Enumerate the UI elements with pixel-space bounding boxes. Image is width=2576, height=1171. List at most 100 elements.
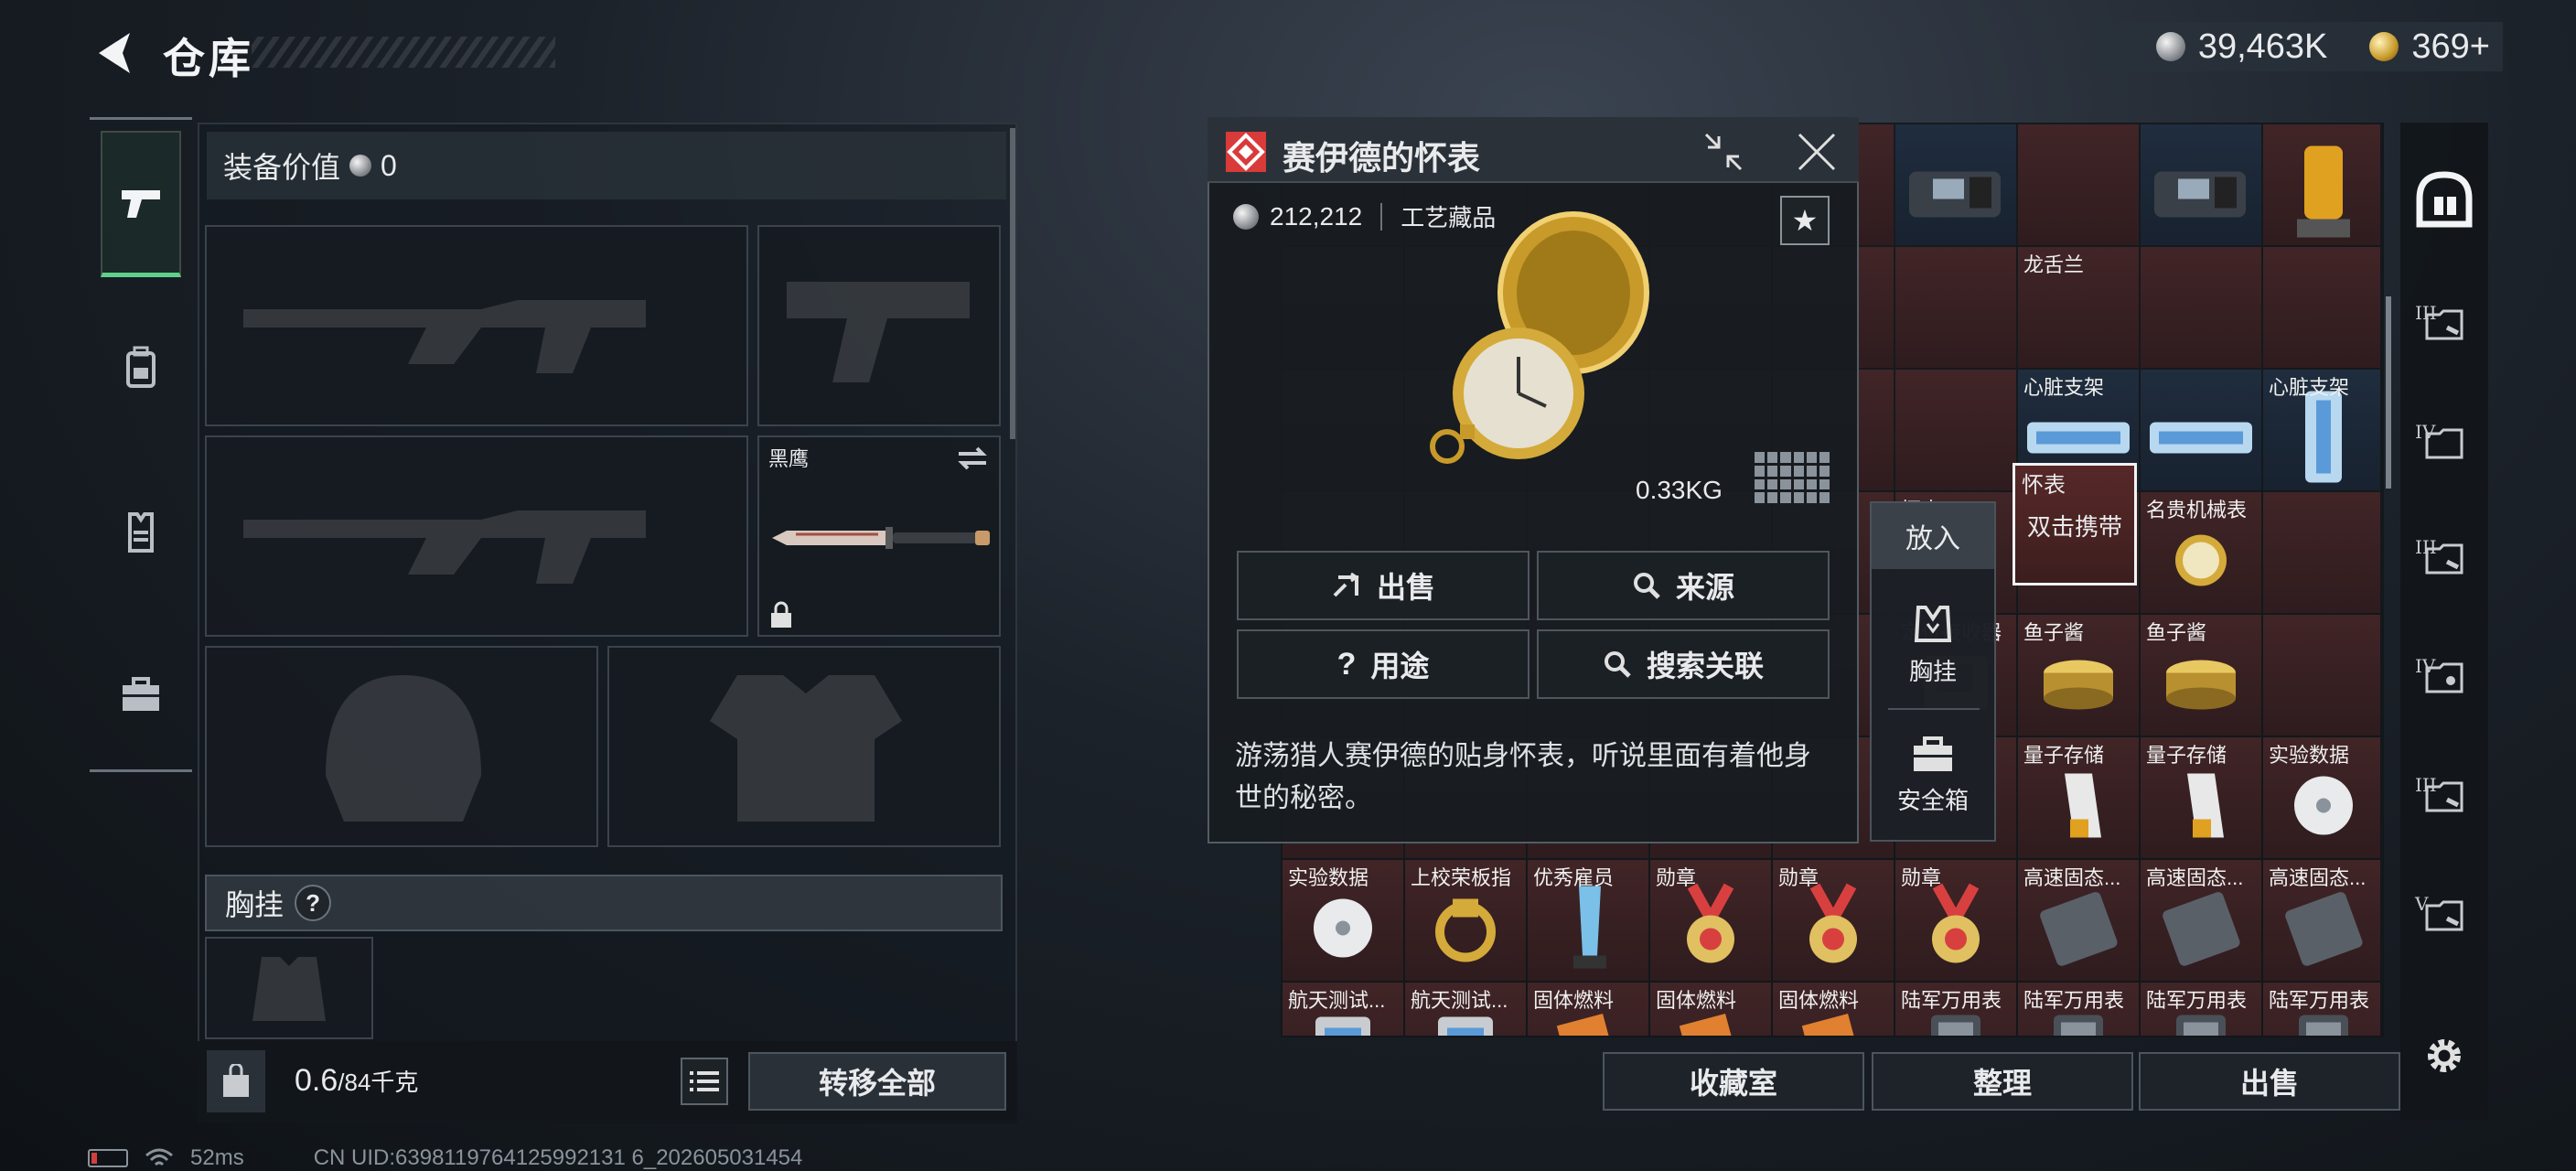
storage-cell[interactable]: 优秀雇员: [1528, 860, 1648, 981]
search-related-button[interactable]: 搜索关联: [1537, 629, 1830, 699]
tab-tier-label: IV: [2415, 421, 2436, 443]
storage-cell[interactable]: 勋章: [1895, 860, 2016, 981]
storage-cell[interactable]: 勋章: [1650, 860, 1771, 981]
storage-cell[interactable]: 勋章: [1773, 860, 1894, 981]
storage-cell[interactable]: 陆军万用表: [2018, 983, 2139, 1036]
storage-cell-label: 勋章: [1901, 866, 1942, 889]
storage-cell[interactable]: [2263, 124, 2380, 245]
storage-tab-4[interactable]: IV: [2400, 622, 2488, 732]
favorite-button[interactable]: ★: [1780, 196, 1830, 245]
sell-button[interactable]: 出售: [1237, 551, 1530, 620]
transfer-all-button[interactable]: 转移全部: [748, 1052, 1006, 1111]
storage-tab-5[interactable]: III: [2400, 741, 2488, 851]
nav-vest[interactable]: [101, 458, 181, 605]
storage-tab-6[interactable]: V: [2400, 860, 2488, 970]
storage-sell-button[interactable]: 出售: [2139, 1052, 2400, 1111]
organize-button[interactable]: 整理: [1872, 1052, 2133, 1111]
storage-cell[interactable]: [1895, 124, 2016, 245]
storage-cell[interactable]: [2263, 247, 2380, 368]
put-into-safe-box[interactable]: 安全箱: [1872, 715, 1994, 834]
back-button[interactable]: [88, 26, 139, 81]
disc-icon: [1306, 891, 1379, 969]
storage-cell[interactable]: 龙舌兰: [2018, 247, 2139, 368]
storage-cell-label: 实验数据: [1288, 866, 1369, 889]
storage-cell[interactable]: [2263, 492, 2380, 613]
secondary-weapon-slot[interactable]: [757, 225, 1001, 426]
item-title: 赛伊德的怀表: [1283, 139, 1481, 177]
storage-cell[interactable]: 陆军万用表: [2141, 983, 2261, 1036]
storage-cell[interactable]: 鱼子酱: [2141, 615, 2261, 736]
usage-button[interactable]: ? 用途: [1237, 629, 1530, 699]
storage-cell-label: 高速固态...: [2269, 866, 2367, 889]
storage-tab-2[interactable]: IV: [2400, 388, 2488, 498]
list-view-button[interactable]: [681, 1058, 728, 1105]
storage-cell[interactable]: 高速固态...: [2018, 860, 2139, 981]
storage-cell-label: 固体燃料: [1533, 989, 1615, 1012]
storage-cell[interactable]: 上校荣板指: [1405, 860, 1526, 981]
chest-rig-slot[interactable]: [205, 937, 373, 1039]
storage-cell[interactable]: [2141, 370, 2261, 490]
storage-tab-3[interactable]: III: [2400, 503, 2488, 613]
storage-cell[interactable]: 鱼子酱: [2018, 615, 2139, 736]
storage-scrollbar[interactable]: [2386, 296, 2391, 489]
storage-cell[interactable]: 实验数据: [2263, 737, 2380, 858]
storage-cell[interactable]: 航天测试...: [1283, 983, 1403, 1036]
storage-cell-label: 陆军万用表: [2269, 989, 2370, 1012]
item-price: 212,212: [1270, 201, 1363, 231]
primary-weapon-slot[interactable]: [205, 225, 748, 426]
storage-cell[interactable]: 名贵机械表: [2141, 492, 2261, 613]
storage-cell[interactable]: [2141, 247, 2261, 368]
storage-cell[interactable]: 陆军万用表: [2263, 983, 2380, 1036]
storage-cell[interactable]: 固体燃料: [1650, 983, 1771, 1036]
storage-cell[interactable]: [2018, 124, 2139, 245]
vest-icon: [128, 512, 154, 553]
storage-cell[interactable]: [1895, 247, 2016, 368]
nav-backpack[interactable]: [101, 294, 181, 440]
storage-tab-home[interactable]: [2400, 145, 2488, 254]
storage-cell[interactable]: 量子存储: [2018, 737, 2139, 858]
nav-weapons[interactable]: [101, 131, 181, 277]
page-title: 仓库: [163, 35, 254, 82]
storage-cell[interactable]: 高速固态...: [2141, 860, 2261, 981]
secondary-rifle-slot[interactable]: [205, 435, 748, 637]
help-icon[interactable]: ?: [295, 885, 332, 921]
equipment-scrollbar[interactable]: [1010, 128, 1015, 439]
silver-coin-icon: [2155, 32, 2185, 61]
sell-label: 出售: [1376, 571, 1435, 604]
silver-coin-icon: [349, 155, 372, 177]
storage-cell-label: 航天测试...: [1411, 989, 1508, 1012]
swap-icon[interactable]: [955, 445, 990, 472]
storage-cell[interactable]: 高速固态...: [2263, 860, 2380, 981]
put-into-chest-rig[interactable]: 胸挂: [1872, 586, 1994, 704]
storage-cell[interactable]: 航天测试...: [1405, 983, 1526, 1036]
left-nav: [90, 117, 192, 772]
source-button[interactable]: 来源: [1537, 551, 1830, 620]
equipment-value: 0: [381, 148, 397, 182]
gold-amount[interactable]: 369+: [2411, 27, 2490, 67]
weight-current: 0.6: [295, 1063, 338, 1098]
item-size-grid: [1755, 452, 1830, 503]
storage-cell[interactable]: 心脏支架: [2263, 370, 2380, 490]
status-bar: 52ms CN UID:6398119764125992131 6_202605…: [88, 1145, 802, 1171]
storage-cell[interactable]: 固体燃料: [1528, 983, 1648, 1036]
storage-tab-1[interactable]: III: [2400, 269, 2488, 379]
collection-room-button[interactable]: 收藏室: [1603, 1052, 1864, 1111]
storage-cell[interactable]: 量子存储: [2141, 737, 2261, 858]
settings-button[interactable]: [2400, 1001, 2488, 1111]
storage-cell[interactable]: [2141, 124, 2261, 245]
storage-cell[interactable]: 实验数据: [1283, 860, 1403, 981]
nav-safe-box[interactable]: [101, 621, 181, 768]
silver-coin-icon: [1233, 203, 1259, 230]
storage-cell[interactable]: [1895, 370, 2016, 490]
storage-cell[interactable]: 固体燃料: [1773, 983, 1894, 1036]
stentv-icon: [2296, 387, 2351, 490]
helmet-slot[interactable]: [205, 646, 598, 847]
melee-slot[interactable]: 黑鹰: [757, 435, 1001, 637]
close-button[interactable]: [1791, 128, 1842, 176]
minimize-button[interactable]: [1698, 128, 1749, 176]
chest-rig-icon: [1914, 605, 1952, 642]
storage-cell[interactable]: [2263, 615, 2380, 736]
storage-cell[interactable]: 陆军万用表: [1895, 983, 2016, 1036]
armor-slot[interactable]: [607, 646, 1001, 847]
storage-cell-label: 优秀雇员: [1533, 866, 1615, 889]
